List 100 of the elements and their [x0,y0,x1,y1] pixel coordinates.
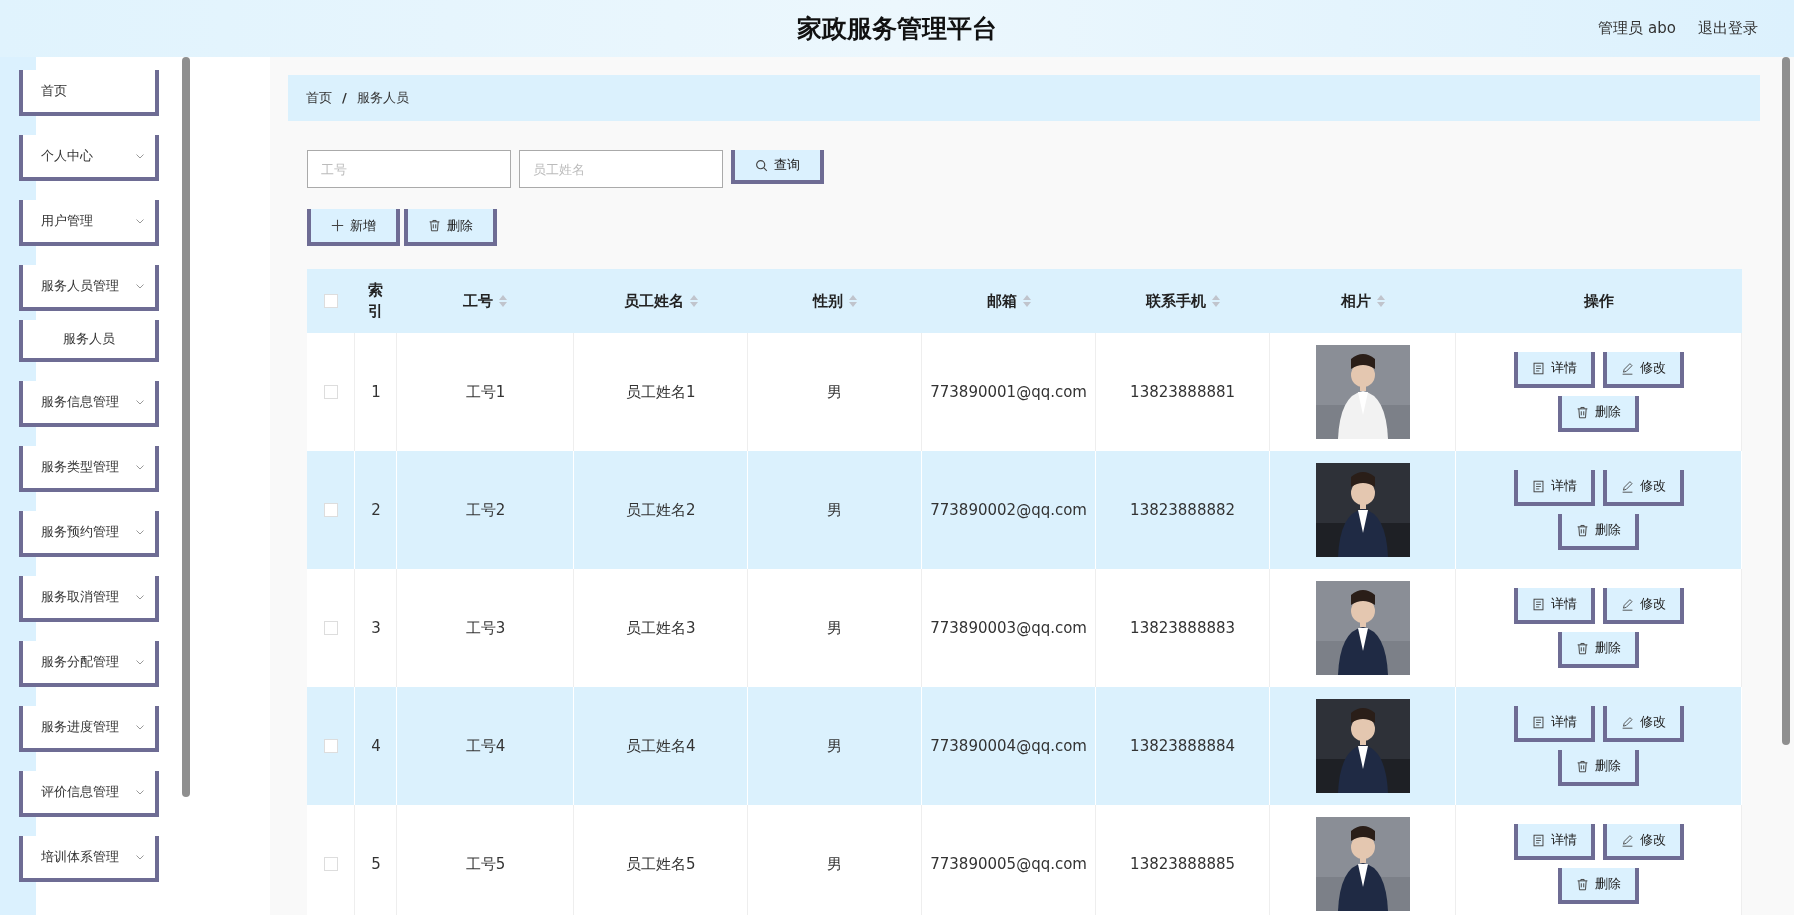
edit-button[interactable]: 修改 [1602,588,1684,624]
sort-icon [1211,295,1220,308]
select-all-checkbox[interactable] [324,294,338,309]
user-name: 管理员 abo [1598,18,1676,40]
submenu-item[interactable]: 服务人员 [19,320,159,362]
scrollbar-thumb[interactable] [182,57,190,797]
delete-button[interactable]: 删除 [1558,396,1639,432]
details-button[interactable]: 详情 [1513,588,1595,624]
edit-button[interactable]: 修改 [1602,706,1684,742]
add-button[interactable]: 新增 [307,209,400,246]
chevron-down-icon [135,722,145,732]
column-header[interactable]: 工号 [463,291,508,310]
table-cell: 工号4 [465,736,506,755]
row-checkbox[interactable] [323,503,338,518]
column-header[interactable]: 操作 [1583,291,1614,310]
delete-button[interactable]: 删除 [1558,514,1639,550]
table-cell: 3 [371,618,381,637]
menu-item[interactable]: 评价信息管理 [19,771,159,817]
pencil-icon [1620,479,1634,493]
menu-item[interactable]: 个人中心 [19,135,159,181]
table-cell: 男 [827,736,843,755]
table-cell: 4 [371,736,381,755]
edit-button[interactable]: 修改 [1602,824,1684,860]
delete-button[interactable]: 删除 [1558,868,1639,904]
table-cell: 5 [371,854,381,873]
chevron-down-icon [135,281,145,291]
details-button[interactable]: 详情 [1513,706,1595,742]
edit-button[interactable]: 修改 [1602,352,1684,388]
table-cell: 773890002@qq.com [930,500,1087,519]
search-field[interactable]: 员工姓名 [519,150,723,188]
sort-icon [499,295,508,308]
delete-button[interactable]: 删除 [1558,750,1639,786]
table-cell: 男 [827,382,843,401]
trash-icon [1576,405,1589,419]
details-button[interactable]: 详情 [1513,470,1595,506]
row-checkbox[interactable] [323,385,338,400]
row-checkbox[interactable] [323,739,338,754]
row-checkbox[interactable] [323,621,338,636]
column-header[interactable]: 邮箱 [986,291,1031,310]
chevron-down-icon [135,462,145,472]
menu-item[interactable]: 服务进度管理 [19,706,159,752]
table-cell: 员工姓名2 [626,500,696,519]
scrollbar-thumb[interactable] [1782,57,1790,745]
table-cell: 1 [371,382,381,401]
search-field[interactable]: 工号 [307,150,511,188]
sort-icon [689,295,698,308]
breadcrumb-link[interactable]: 首页 [306,88,332,108]
edit-button[interactable]: 修改 [1602,470,1684,506]
table-cell: 13823888885 [1130,854,1236,873]
menu-item[interactable]: 服务预约管理 [19,511,159,557]
menu-item[interactable]: 服务人员管理 [19,265,159,311]
delete-button[interactable]: 删除 [404,209,497,246]
table-cell: 男 [827,500,843,519]
pencil-icon [1620,715,1634,729]
column-header[interactable]: 相片 [1340,291,1385,310]
menu-item[interactable]: 服务类型管理 [19,446,159,492]
pencil-icon [1620,833,1634,847]
search-button[interactable]: 查询 [731,150,824,184]
breadcrumb-current: 服务人员 [356,89,409,108]
chevron-down-icon [135,787,145,797]
menu-item[interactable]: 培训体系管理 [19,836,159,882]
sort-icon [1022,295,1031,308]
pencil-icon [1620,361,1634,375]
delete-button[interactable]: 删除 [1558,632,1639,668]
row-checkbox[interactable] [323,857,338,872]
column-header[interactable]: 性别 [812,291,857,310]
table-cell: 员工姓名5 [626,854,696,873]
trash-icon [1576,523,1589,537]
logout-link[interactable]: 退出登录 [1698,17,1758,40]
menu-item[interactable]: 服务分配管理 [19,641,159,687]
menu-item[interactable]: 服务取消管理 [19,576,159,622]
table-cell: 工号5 [465,854,506,873]
trash-icon [1576,759,1589,773]
pencil-icon [1620,597,1634,611]
table-cell: 工号2 [465,500,506,519]
document-icon [1531,597,1545,611]
menu-item[interactable]: 服务信息管理 [19,381,159,427]
menu-item[interactable]: 用户管理 [19,200,159,246]
table-cell: 13823888884 [1130,736,1236,755]
table-cell: 773890004@qq.com [930,736,1087,755]
table-cell: 男 [827,618,843,637]
column-header[interactable]: 联系手机 [1145,291,1220,310]
table-cell: 773890003@qq.com [930,618,1087,637]
table-cell: 员工姓名3 [626,618,696,637]
chevron-down-icon [135,216,145,226]
table-cell: 2 [371,500,381,519]
table-cell: 员工姓名4 [626,736,696,755]
document-icon [1531,715,1545,729]
menu-item[interactable]: 首页 [19,70,159,116]
search-icon [755,158,768,172]
column-header[interactable]: 员工姓名 [623,291,698,310]
document-icon [1531,833,1545,847]
trash-icon [428,219,441,232]
table-cell: 员工姓名1 [626,382,696,401]
sort-icon [848,295,857,308]
trash-icon [1576,641,1589,655]
details-button[interactable]: 详情 [1513,352,1595,388]
table-cell: 13823888883 [1130,618,1236,637]
chevron-down-icon [135,592,145,602]
details-button[interactable]: 详情 [1513,824,1595,860]
